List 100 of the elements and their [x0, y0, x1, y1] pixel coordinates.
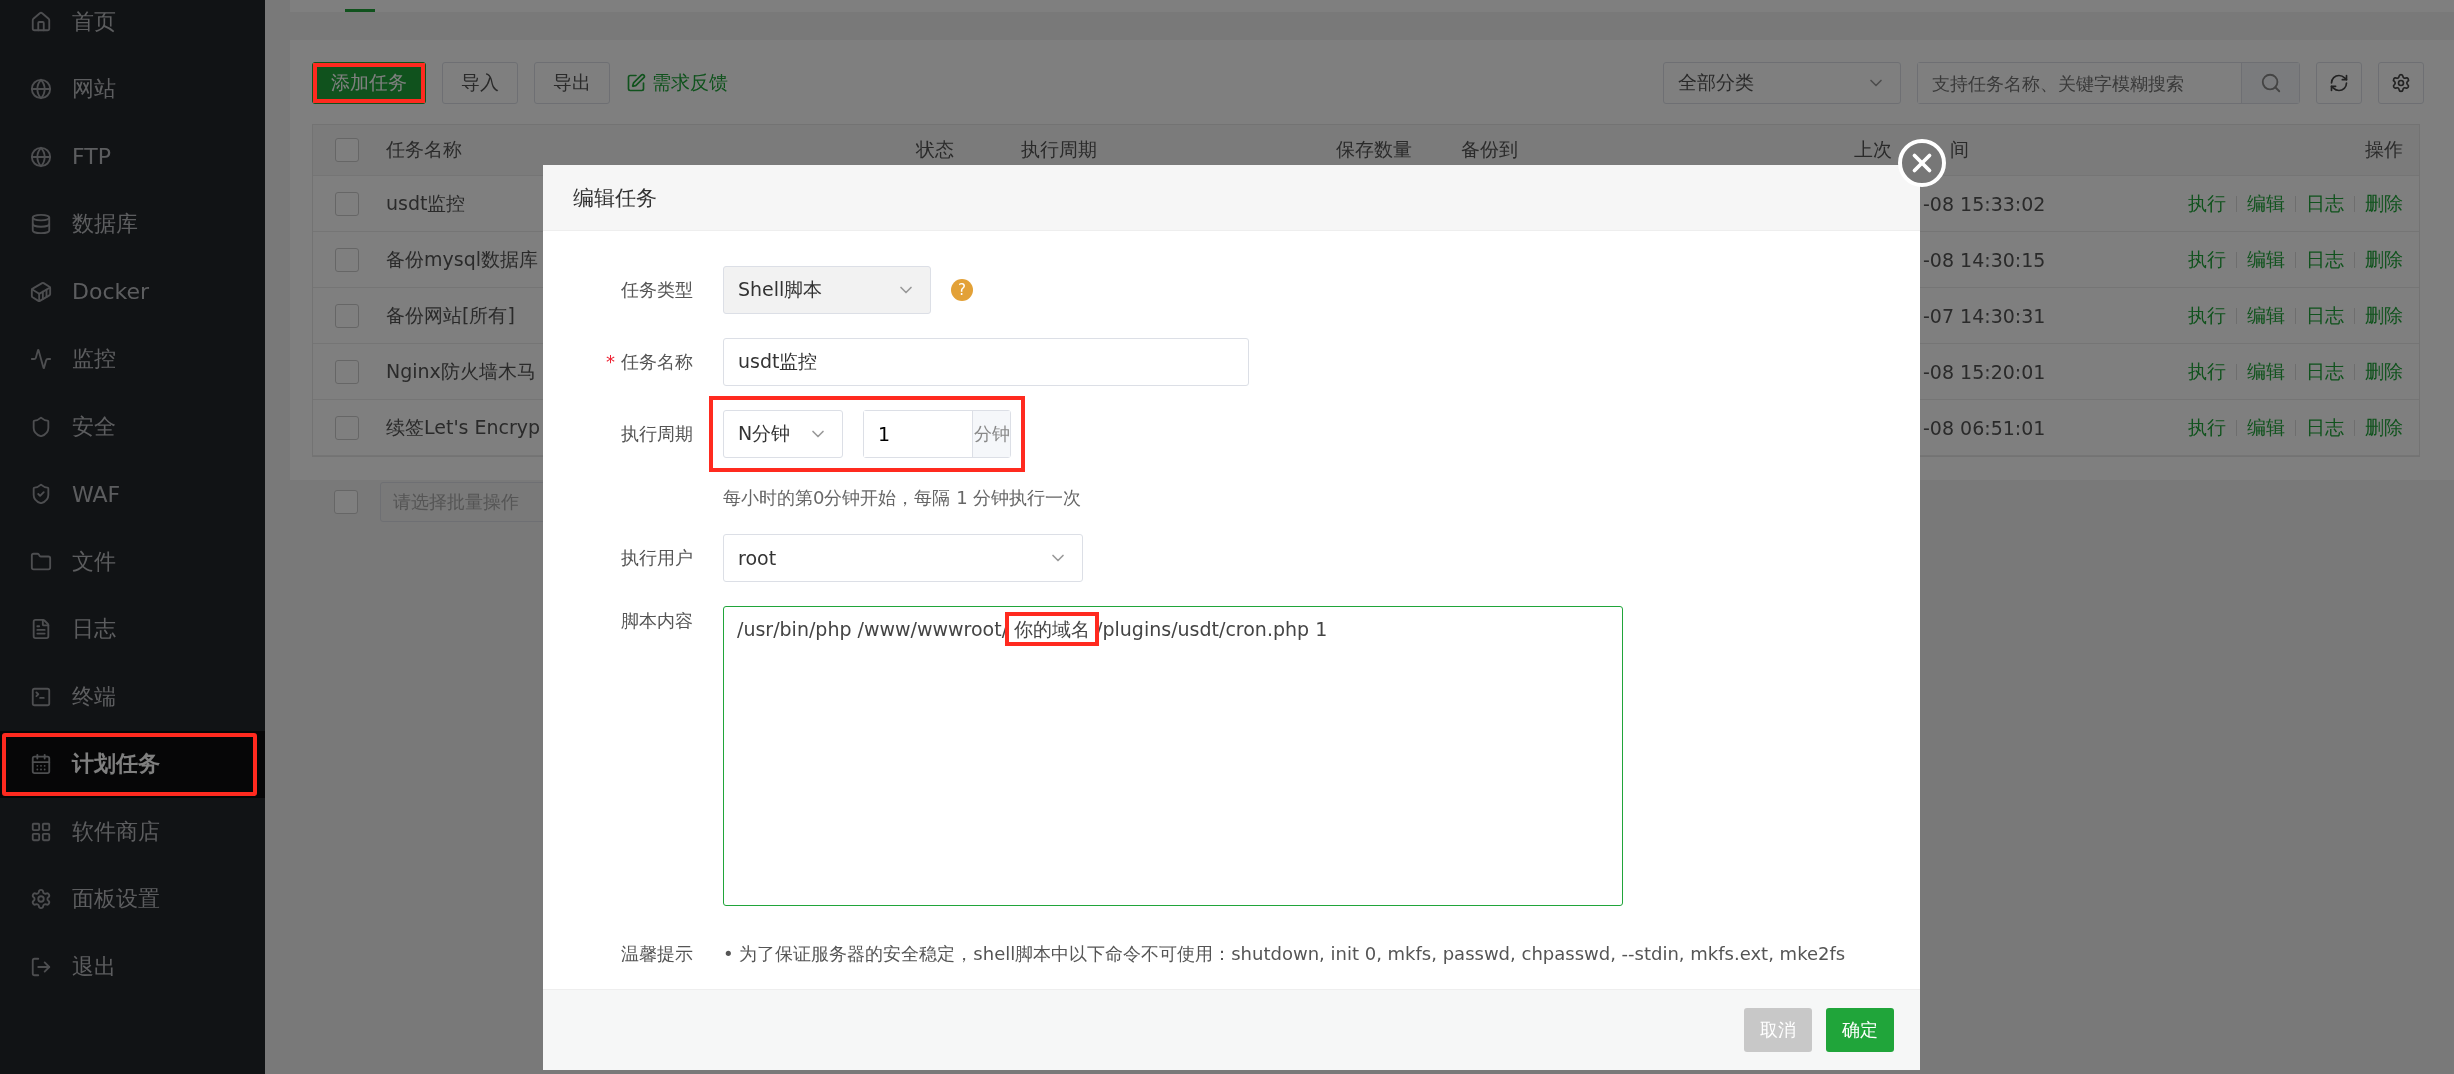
- column-header: 操作: [2365, 137, 2404, 162]
- action-link[interactable]: 执行: [2188, 414, 2226, 441]
- column-header: 间: [1950, 137, 1969, 162]
- calendar-icon: [30, 753, 52, 776]
- field-label: * 任务名称: [606, 350, 693, 374]
- sidebar-item[interactable]: 监控: [0, 325, 265, 393]
- task-type-select[interactable]: Shell脚本: [723, 266, 931, 314]
- sidebar-item[interactable]: WAF: [0, 460, 265, 528]
- action-link[interactable]: 日志: [2306, 358, 2344, 385]
- action-link[interactable]: 执行: [2188, 302, 2226, 329]
- field-label: 脚本内容: [621, 609, 693, 633]
- category-select[interactable]: 全部分类: [1663, 62, 1901, 104]
- settings-icon: [2391, 73, 2411, 93]
- table-cell-text: -08 15:20:01: [1922, 360, 2047, 383]
- action-link[interactable]: 编辑: [2247, 302, 2285, 329]
- edit-icon: [626, 73, 646, 93]
- field-label: 执行用户: [621, 546, 693, 570]
- sidebar-item[interactable]: FTP: [0, 123, 265, 191]
- sidebar-item[interactable]: Docker: [0, 258, 265, 326]
- sidebar-item[interactable]: 终端: [0, 663, 265, 731]
- search-button[interactable]: [2241, 63, 2299, 103]
- search-field[interactable]: 支持任务名称、关键字模糊搜索: [1917, 62, 2300, 104]
- toolbar-button[interactable]: 导出: [534, 62, 610, 104]
- action-link[interactable]: 删除: [2365, 190, 2403, 217]
- logout-icon: [30, 955, 52, 978]
- column-header: 上次: [1854, 137, 1892, 162]
- action-link[interactable]: 编辑: [2247, 190, 2285, 217]
- grid-icon: [30, 820, 52, 843]
- user-select[interactable]: root: [723, 534, 1083, 582]
- sidebar-item[interactable]: 安全: [0, 393, 265, 461]
- sidebar-item[interactable]: 数据库: [0, 190, 265, 258]
- globe-icon: [30, 145, 52, 168]
- sidebar-item[interactable]: 日志: [0, 595, 265, 663]
- schedule-hint: 每小时的第0分钟开始，每隔 1 分钟执行一次: [723, 486, 1083, 510]
- sidebar-item[interactable]: 文件: [0, 528, 265, 596]
- action-link[interactable]: 编辑: [2247, 246, 2285, 273]
- chart-icon: [30, 348, 52, 371]
- shield-icon: [30, 415, 52, 438]
- table-cell-text: -08 14:30:15: [1922, 248, 2047, 271]
- feedback-link[interactable]: 需求反馈: [626, 70, 728, 96]
- table-cell-text: usdt监控: [386, 190, 466, 216]
- add-button[interactable]: 添加任务: [312, 62, 426, 104]
- dialog-title: 编辑任务: [573, 184, 657, 212]
- table-cell-text: 备份mysql数据库: [386, 246, 538, 272]
- script-editor[interactable]: /usr/bin/php /www/wwwroot/ 你的域名 /plugins/usdt/cron.php 1: [723, 606, 1623, 906]
- sidebar-item[interactable]: 退出: [0, 933, 265, 1001]
- table-cell-text: Nginx防火墙木马: [386, 358, 536, 384]
- action-link[interactable]: 编辑: [2247, 358, 2285, 385]
- action-link[interactable]: 删除: [2365, 246, 2403, 273]
- tip-text: • 为了保证服务器的安全稳定，shell脚本中以下命令不可使用：shutdown, init 0, mkfs, passwd, chpasswd, --stdin, mkfs.ext, mke2fs: [723, 942, 1847, 966]
- table-cell-text: -07 14:30:31: [1922, 304, 2047, 327]
- refresh-icon: [2329, 73, 2349, 93]
- home-icon: [30, 10, 52, 33]
- checkbox[interactable]: [334, 490, 358, 514]
- settings-icon: [30, 888, 52, 911]
- action-link[interactable]: 日志: [2306, 190, 2344, 217]
- field-label: 任务类型: [621, 278, 693, 302]
- action-link[interactable]: 日志: [2306, 302, 2344, 329]
- sidebar-item[interactable]: 计划任务: [0, 730, 265, 798]
- unit-addon: 分钟: [972, 411, 1010, 457]
- search-icon: [2259, 72, 2282, 94]
- field-label: 温馨提示: [621, 942, 693, 966]
- refresh-button[interactable]: [2316, 62, 2362, 104]
- help-icon[interactable]: ?: [951, 279, 973, 301]
- table-cell-text: 备份网站[所有]: [386, 302, 515, 328]
- container-icon: [30, 280, 52, 303]
- sidebar-item[interactable]: 软件商店: [0, 798, 265, 866]
- toolbar-button[interactable]: 导入: [442, 62, 518, 104]
- table-cell-text: -08 15:33:02: [1922, 192, 2047, 215]
- sidebar-item[interactable]: 网站: [0, 55, 265, 123]
- action-link[interactable]: 日志: [2306, 246, 2344, 273]
- action-link[interactable]: 执行: [2188, 246, 2226, 273]
- checkbox[interactable]: [335, 191, 359, 216]
- checkbox[interactable]: [335, 359, 359, 384]
- database-icon: [30, 213, 52, 236]
- checkbox[interactable]: [335, 303, 359, 328]
- globe-icon: [30, 78, 52, 101]
- minutes-field[interactable]: 1 分钟: [863, 410, 1011, 458]
- column-header: 备份到: [1461, 137, 1518, 162]
- task-name-field[interactable]: usdt监控: [723, 338, 1249, 386]
- folder-icon: [30, 550, 52, 573]
- shield-icon: [30, 483, 52, 506]
- field-label: 执行周期: [621, 422, 693, 446]
- action-link[interactable]: 执行: [2188, 358, 2226, 385]
- checkbox[interactable]: [335, 415, 359, 440]
- action-link[interactable]: 删除: [2365, 414, 2403, 441]
- checkbox[interactable]: [335, 247, 359, 272]
- action-link[interactable]: 删除: [2365, 302, 2403, 329]
- column-header: 保存数量: [1336, 137, 1412, 162]
- action-link[interactable]: 日志: [2306, 414, 2344, 441]
- period-select[interactable]: N分钟: [723, 410, 843, 458]
- action-link[interactable]: 删除: [2365, 358, 2403, 385]
- sidebar-item[interactable]: 面板设置: [0, 865, 265, 933]
- action-link[interactable]: 执行: [2188, 190, 2226, 217]
- checkbox[interactable]: [335, 138, 359, 162]
- table-cell-text: -08 06:51:01: [1922, 416, 2047, 439]
- column-header: 状态: [916, 137, 954, 162]
- action-link[interactable]: 编辑: [2247, 414, 2285, 441]
- confirm-button[interactable]: 确定: [1826, 1008, 1894, 1052]
- settings-button[interactable]: [2378, 62, 2424, 104]
